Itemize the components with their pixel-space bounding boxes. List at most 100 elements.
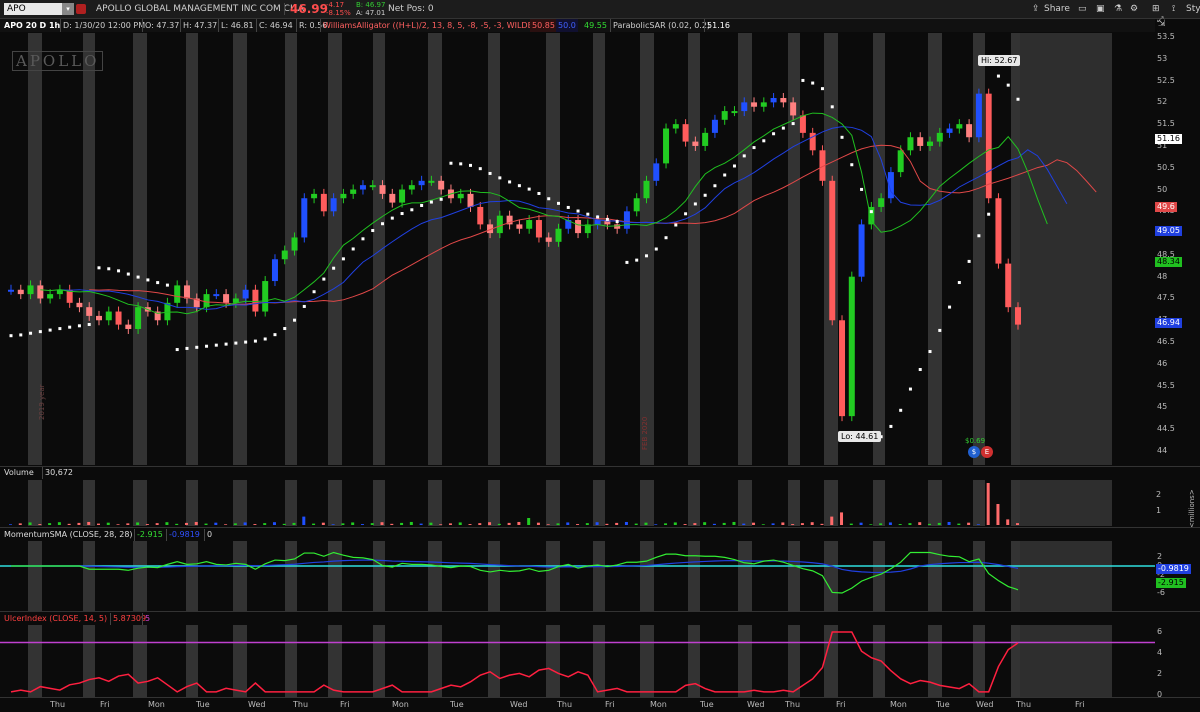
psar-dot [146,278,150,282]
psar-dot [371,229,375,233]
candle [311,193,318,199]
candle [17,289,24,295]
volume-bar [771,523,775,525]
session-shade [1020,33,1112,465]
chevron-down-icon[interactable]: ▾ [62,3,74,15]
year-marker: 2019 year [38,384,46,420]
session-shade [1020,480,1112,526]
window-icon[interactable]: ▭ [1078,0,1087,18]
price-tick: 52.5 [1157,75,1175,85]
ulcer-label[interactable]: UlcerIndex (CLOSE, 14, 5) [4,613,107,625]
psar-dot [615,220,619,224]
volume-bar [341,523,345,525]
divider[interactable] [0,527,1200,528]
volume-bar [644,522,648,525]
alligator-label[interactable]: WilliamsAlligator ((H+L)/2, 13, 8, 5, -8… [320,19,546,32]
volume-unit: <millions> [1188,489,1196,528]
psar-dot [390,216,394,220]
psar-dot [957,281,961,285]
divider[interactable] [0,466,1200,467]
zoom-icon[interactable]: ⤢ [1157,15,1163,25]
momentum-tick: -6 [1157,588,1165,597]
session-shade [28,480,42,526]
candle [780,98,787,103]
psar-dot [928,350,932,354]
link-icon[interactable] [76,4,86,14]
drawing-tools-icon[interactable]: ▣ [1096,0,1105,18]
bar-high: H: 47.37 [180,19,217,32]
psar-dot [459,162,463,166]
time-tick: Thu [293,700,309,709]
share-icon[interactable]: ⇪ [1032,0,1040,18]
volume-bar [380,522,384,525]
psar-dot [547,197,551,201]
volume-bar [957,523,961,525]
psar-dot [498,176,502,180]
candle [467,193,474,207]
momentum-chart[interactable] [0,541,1200,611]
earnings-icon[interactable]: E [981,446,993,458]
volume-bar [263,523,267,525]
flask-icon[interactable]: ⚗ [1114,0,1122,18]
volume-bar [654,524,658,525]
time-tick: Mon [650,700,667,709]
session-shade [640,625,654,697]
volume-bar [536,522,540,525]
psar-dot [830,105,834,109]
candle [359,185,366,190]
psar-dot [693,202,697,206]
psar-dot [840,135,844,139]
volume-bar [693,523,697,525]
session-shade [1020,625,1112,697]
volume-bar [165,522,169,525]
volume-bar [1006,519,1010,525]
candle [477,206,484,225]
session-shade [788,625,800,697]
volume-chart[interactable] [0,480,1200,526]
candle [946,128,953,133]
gear-icon[interactable]: ⚙ [1130,0,1138,18]
psar-dot [664,236,668,240]
momentum-label[interactable]: MomentumSMA (CLOSE, 28, 28) [4,529,133,541]
price-chart[interactable] [0,33,1200,467]
session-shade [688,625,700,697]
candle [330,198,337,212]
volume-bar [96,523,100,525]
dividend-icon[interactable]: $ [968,446,980,458]
candle [829,180,836,321]
psar-dot [488,171,492,175]
volume-bar [683,524,687,525]
volume-bar [48,523,52,525]
candle [555,228,562,242]
volume-tick: 1 [1156,506,1162,515]
psar-dot [967,259,971,263]
ulcer-value: 5.87309 [110,613,146,625]
session-shade [546,541,560,611]
volume-bar [712,523,716,525]
time-tick: Fri [340,700,350,709]
volume-bar [937,522,941,525]
psar-dot [899,408,903,412]
session-shade [488,33,500,465]
divider[interactable] [0,611,1200,612]
candle [438,180,445,190]
style-button[interactable]: Sty [1186,0,1200,18]
price-tick: 47.5 [1157,293,1175,303]
volume-bar [390,523,394,525]
ulcer-chart[interactable] [0,625,1200,697]
psar-dot [205,344,209,348]
psar-dot [175,348,179,352]
psar-dot [938,328,942,332]
volume-label[interactable]: Volume [4,467,34,479]
share-button[interactable]: Share [1044,0,1070,18]
volume-bar [175,523,179,525]
psar-label[interactable]: ParabolicSAR (0.02, 0.2) [610,19,710,32]
price-tag: 51.16 [1155,133,1182,144]
candle [966,124,973,138]
candle [203,294,210,308]
volume-bar [224,524,228,525]
psar-dot [527,187,531,191]
pin-icon[interactable]: ⟟ [1172,0,1175,18]
session-shade [546,625,560,697]
session-shade [133,541,147,611]
